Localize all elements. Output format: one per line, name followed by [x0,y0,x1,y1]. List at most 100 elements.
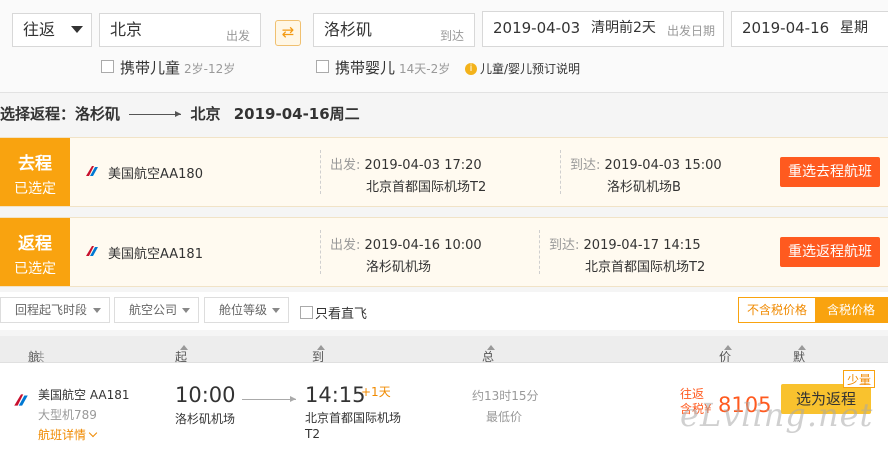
outbound-dep-airport: 北京首都国际机场T2 [366,180,487,195]
search-bar: 往返 北京 出发 ⇄ 洛杉矶 到达 2019-04-03 清明前2天 出发日期 … [0,0,888,93]
arr-label: 到达: [549,238,580,253]
arr-label: 到达: [570,158,601,173]
airline-filter-label: 航空公司 [129,303,178,317]
inbound-dep-airport: 洛杉矶机场 [366,260,432,275]
price-excl-tax-tab[interactable]: 不含税价格 [739,298,815,322]
outbound-arrival: 到达: 2019-04-03 15:00 [570,154,722,173]
reselect-inbound-button[interactable]: 重选返程航班 [780,237,880,267]
from-hint: 出发 [225,29,250,43]
outbound-tag: 去程 已选定 [0,138,70,206]
chevron-down-icon [71,26,83,33]
flight-detail-link[interactable]: 航班详情 [38,426,98,443]
inbound-segment-card: 返程 已选定 美国航空AA181 出发: 2019-04-16 10:00 洛杉… [0,217,888,287]
lowest-price-tag: 最低价 [486,410,523,424]
departure-window-label: 回程起飞时段 [15,303,88,317]
sort-up-icon [317,345,325,350]
heading-dest: 北京 [190,105,221,123]
sort-price[interactable]: 价格 [719,342,732,381]
sort-up-icon [487,345,495,350]
american-airlines-logo-icon [14,394,28,406]
seats-remaining-badge: 少量 [843,370,875,388]
to-city-value: 洛杉矶 [324,20,373,39]
sort-default[interactable]: 默认排序 [793,342,806,415]
chevron-down-icon [93,308,101,313]
inbound-tag: 返程 已选定 [0,218,70,286]
sort-up-icon [724,345,732,350]
flight-detail-label: 航班详情 [38,428,87,442]
flight-arr-time: 14:15 [305,383,366,407]
divider [560,150,561,194]
inbound-departure: 出发: 2019-04-16 10:00 [330,234,482,253]
sort-up-icon [798,345,806,350]
divider [539,230,540,274]
outbound-arr-time: 2019-04-03 15:00 [604,158,722,173]
flight-dep-time: 10:00 [175,383,236,407]
outbound-dep-time: 2019-04-03 17:20 [364,158,482,173]
airline-filter[interactable]: 航空公司 [114,297,199,323]
to-city-input[interactable]: 洛杉矶 到达 [313,13,475,47]
divider [320,230,321,274]
sort-up-icon [180,345,188,350]
outbound-departure: 出发: 2019-04-03 17:20 [330,154,482,173]
return-date-value: 2019-04-16 [742,19,830,37]
booking-note-link[interactable]: i 儿童/婴儿预订说明 [465,60,580,77]
results-column-header: 航班信息(共54条航班) 起飞时间 到达时间 总耗时 价格 默认排序 [0,336,888,429]
flight-airline: 美国航空 AA181 [38,388,130,402]
sort-duration[interactable]: 总耗时 [482,342,495,398]
checkbox-icon [300,306,313,319]
depart-date-note: 清明前2天 [591,20,656,36]
cabin-filter[interactable]: 舱位等级 [204,297,289,323]
checkbox-icon [316,60,329,73]
to-hint: 到达 [439,29,464,43]
flight-aircraft: 大型机789 [38,408,97,422]
depart-date-input[interactable]: 2019-04-03 清明前2天 出发日期 [482,11,724,47]
trip-type-select[interactable]: 往返 [12,13,92,47]
sort-arr-time[interactable]: 到达时间 [312,342,325,415]
inbound-arr-airport: 北京首都国际机场T2 [585,260,706,275]
flight-dep-airport: 洛杉矶机场 [175,412,236,426]
depart-date-label: 出发日期 [667,24,716,38]
outbound-airline: 美国航空AA180 [108,167,203,182]
booking-note-text: 儿童/婴儿预订说明 [480,62,581,76]
dep-label: 出发: [330,238,361,253]
outbound-tag-title: 去程 [18,154,52,174]
inbound-tag-status: 已选定 [14,261,56,277]
swap-icon: ⇄ [281,23,295,41]
child-age: 2岁-12岁 [184,62,236,76]
child-checkbox[interactable]: 携带儿童 2岁-12岁 [101,57,235,78]
child-label: 携带儿童 [120,59,181,77]
trip-type-value: 往返 [23,20,56,39]
swap-cities-button[interactable]: ⇄ [275,20,301,46]
chevron-down-icon [272,308,280,313]
departure-window-filter[interactable]: 回程起飞时段 [0,297,110,323]
dep-label: 出发: [330,158,361,173]
direct-only-checkbox[interactable]: 只看直飞 [300,303,367,322]
price-tax-toggle: 不含税价格 含税价格 [738,297,888,323]
arrow-right-icon [242,396,296,402]
flight-arr-airport: 北京首都国际机场T2 [305,411,402,441]
divider [320,150,321,194]
sort-dep-time[interactable]: 起飞时间 [175,342,188,415]
arrow-right-icon [129,111,182,117]
chevron-down-icon [88,428,98,438]
infant-age: 14天-2岁 [399,62,451,76]
return-date-input[interactable]: 2019-04-16 星期 [731,11,888,47]
infant-label: 携带婴儿 [335,59,396,77]
heading-prefix: 选择返程：洛杉矶 [0,105,121,123]
outbound-arr-airport: 洛杉矶机场B [607,180,681,195]
infant-checkbox[interactable]: 携带婴儿 14天-2岁 [316,57,450,78]
inbound-tag-title: 返程 [18,234,52,254]
outbound-segment-card: 去程 已选定 美国航空AA180 出发: 2019-04-03 17:20 北京… [0,137,888,207]
from-city-value: 北京 [110,20,143,39]
chevron-down-icon [182,308,190,313]
direct-only-label: 只看直飞 [315,307,368,322]
depart-date-value: 2019-04-03 [493,19,581,37]
watermark-graphic: eLvling.net [680,396,874,434]
checkbox-icon [101,60,114,73]
reselect-outbound-button[interactable]: 重选去程航班 [780,157,880,187]
inbound-dep-time: 2019-04-16 10:00 [364,238,482,253]
return-weekday: 星期 [840,20,868,36]
price-incl-tax-tab[interactable]: 含税价格 [815,298,887,322]
from-city-input[interactable]: 北京 出发 [99,13,261,47]
inbound-airline: 美国航空AA181 [108,247,203,262]
